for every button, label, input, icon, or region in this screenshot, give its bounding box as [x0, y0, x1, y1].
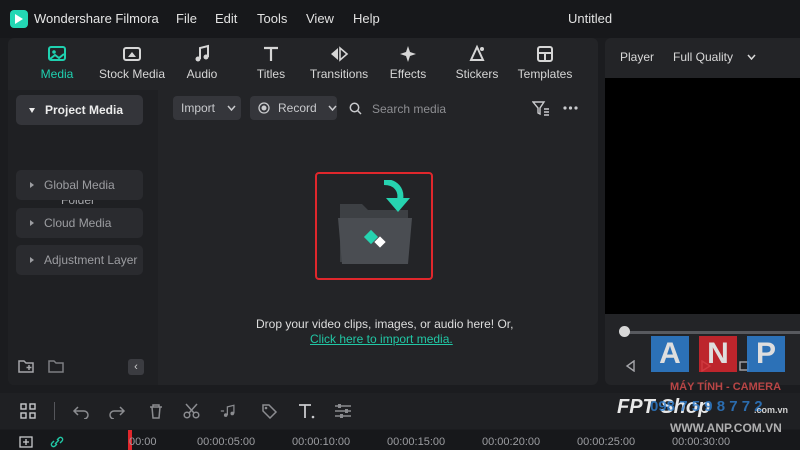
toolbar-divider — [54, 402, 55, 420]
tab-stock-media-label: Stock Media — [98, 67, 166, 81]
sidebar-item-label: Adjustment Layer — [44, 253, 138, 267]
media-icon — [47, 44, 67, 64]
playback-scrubber[interactable] — [624, 331, 800, 334]
sidebar-item-adjustment-layer[interactable]: Adjustment Layer — [16, 245, 143, 275]
folder-icon[interactable] — [48, 359, 64, 373]
title-bar: Wondershare Filmora File Edit Tools View… — [0, 0, 800, 38]
import-media-link[interactable]: Click here to import media. — [310, 332, 453, 346]
search-icon — [349, 102, 362, 115]
menu-tools[interactable]: Tools — [257, 11, 287, 26]
tab-stickers-label: Stickers — [455, 67, 499, 81]
mask-tag-icon[interactable] — [260, 403, 278, 419]
ruler-tick: 00:00:30:00 — [672, 436, 731, 448]
link-icon[interactable] — [50, 436, 64, 448]
watermark-letter-p: P — [747, 336, 785, 372]
sidebar-item-project-media[interactable]: Project Media — [16, 95, 143, 125]
new-folder-icon[interactable] — [18, 359, 34, 373]
menu-edit[interactable]: Edit — [215, 11, 237, 26]
chevron-down-icon — [227, 105, 236, 111]
filmora-logo-icon — [10, 10, 28, 28]
templates-icon — [535, 44, 555, 64]
watermark-letter-n: N — [699, 336, 737, 372]
ruler-tick: 00:00 — [129, 436, 157, 448]
document-title: Untitled — [568, 11, 613, 26]
stickers-icon — [467, 44, 487, 64]
tab-media[interactable]: Media — [34, 44, 80, 88]
tab-media-label: Media — [40, 67, 74, 81]
menu-view[interactable]: View — [306, 11, 334, 26]
search-input[interactable]: Search media — [372, 102, 446, 116]
filter-icon[interactable] — [532, 101, 550, 116]
media-sidebar: Project Media Folder Global Media Cloud … — [8, 90, 158, 385]
tab-titles[interactable]: Titles — [248, 44, 294, 88]
ruler-tick: 00:00:10:00 — [292, 436, 351, 448]
previous-frame-icon[interactable] — [624, 360, 636, 372]
audio-adjust-icon[interactable] — [220, 403, 238, 419]
app-name: Wondershare Filmora — [34, 11, 159, 26]
tab-stock-media[interactable]: Stock Media — [92, 44, 172, 88]
stock-media-icon — [122, 44, 142, 64]
watermark-tagline: MÁY TÍNH - CAMERA — [670, 381, 782, 393]
preview-screen — [605, 78, 800, 314]
tab-templates[interactable]: Templates — [514, 44, 576, 88]
ruler-tick: 00:00:20:00 — [482, 436, 541, 448]
quality-dropdown[interactable]: Full Quality — [664, 45, 768, 69]
collapse-sidebar-button[interactable]: ‹ — [128, 359, 144, 375]
caret-right-icon — [30, 257, 34, 263]
import-dropdown[interactable]: Import — [173, 96, 241, 120]
sidebar-item-label: Project Media — [45, 103, 124, 117]
drop-instructions: Drop your video clips, images, or audio … — [256, 317, 514, 331]
tab-transitions[interactable]: Transitions — [304, 44, 374, 88]
quality-label: Full Quality — [673, 50, 734, 64]
ruler-tick: 00:00:05:00 — [197, 436, 256, 448]
undo-icon[interactable] — [72, 403, 90, 419]
tab-transitions-label: Transitions — [309, 67, 369, 81]
media-tabs: Media Stock Media Audio Titles Transitio… — [8, 38, 598, 90]
sidebar-item-global-media[interactable]: Global Media — [16, 170, 143, 200]
layout-grid-icon[interactable] — [19, 403, 37, 419]
menu-file[interactable]: File — [176, 11, 197, 26]
adjust-sliders-icon[interactable] — [334, 403, 352, 419]
scrubber-handle[interactable] — [619, 326, 630, 337]
record-label: Record — [278, 101, 317, 115]
ruler-tick: 00:00:15:00 — [387, 436, 446, 448]
tab-audio[interactable]: Audio — [177, 44, 227, 88]
tab-effects[interactable]: Effects — [384, 44, 432, 88]
menu-help[interactable]: Help — [353, 11, 380, 26]
add-track-icon[interactable] — [19, 436, 33, 448]
chevron-down-icon — [747, 54, 756, 60]
transitions-icon — [329, 44, 349, 64]
text-tool-icon[interactable] — [298, 403, 316, 419]
caret-down-icon — [29, 107, 35, 113]
watermark-phone: 098 7 5 9 8 7 7 2 — [650, 398, 763, 415]
tab-audio-label: Audio — [186, 67, 218, 81]
tab-titles-label: Titles — [256, 67, 286, 81]
sidebar-item-label: Global Media — [44, 178, 115, 192]
player-label: Player — [620, 50, 655, 64]
record-dropdown[interactable]: Record — [250, 96, 337, 120]
tab-templates-label: Templates — [517, 67, 573, 81]
tab-effects-label: Effects — [389, 67, 427, 81]
text-t-icon — [261, 44, 281, 64]
tab-stickers[interactable]: Stickers — [450, 44, 504, 88]
effects-sparkle-icon — [398, 44, 418, 64]
sidebar-item-label: Cloud Media — [44, 216, 112, 230]
watermark-site: WWW.ANP.COM.VN — [670, 421, 782, 435]
split-scissors-icon[interactable] — [183, 403, 201, 419]
more-options-icon[interactable] — [563, 106, 578, 110]
record-icon — [258, 102, 270, 114]
watermark-shop-url: .com.vn — [754, 405, 789, 415]
watermark-letter-a: A — [651, 336, 689, 372]
import-folder-icon[interactable] — [336, 180, 416, 268]
delete-trash-icon[interactable] — [147, 403, 165, 419]
music-note-icon — [192, 44, 212, 64]
sidebar-item-cloud-media[interactable]: Cloud Media — [16, 208, 143, 238]
chevron-down-icon — [328, 105, 337, 111]
import-label: Import — [181, 101, 216, 115]
caret-right-icon — [30, 220, 34, 226]
caret-right-icon — [30, 182, 34, 188]
media-panel: Media Stock Media Audio Titles Transitio… — [8, 38, 598, 385]
ruler-tick: 00:00:25:00 — [577, 436, 636, 448]
redo-icon[interactable] — [108, 403, 126, 419]
